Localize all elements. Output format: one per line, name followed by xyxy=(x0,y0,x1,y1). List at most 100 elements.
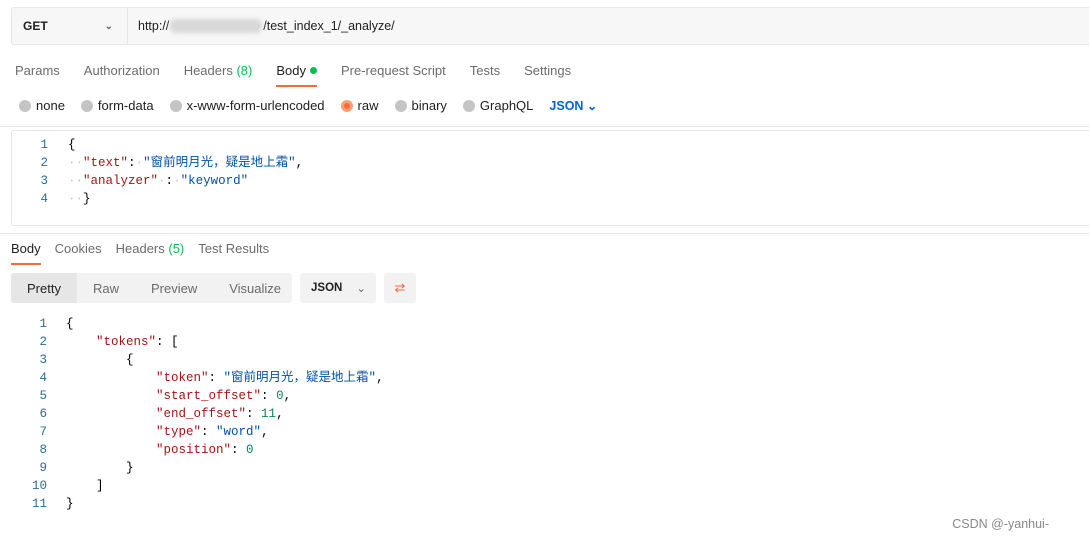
code-token: 0 xyxy=(246,443,254,457)
request-body-editor[interactable]: 1{2 ··"text":·"窗前明月光，疑是地上霜", 3 ··"analyzer"… xyxy=(11,130,1089,226)
code-token: , xyxy=(276,407,284,421)
tab-label: Body xyxy=(11,241,41,256)
divider xyxy=(0,126,1089,127)
body-format-select[interactable]: JSON ⌄ xyxy=(549,98,597,113)
response-format-select[interactable]: JSON ⌄ xyxy=(300,273,376,303)
tab-label: Body xyxy=(276,63,306,78)
tab-params[interactable]: Params xyxy=(15,63,60,78)
body-type-options: none form-data x-www-form-urlencoded raw bin… xyxy=(19,98,597,113)
code-token: } xyxy=(66,461,134,475)
radio-label: binary xyxy=(411,98,447,113)
tab-label: Tests xyxy=(469,63,501,78)
radio-circle-icon xyxy=(462,99,475,112)
code-token: ] xyxy=(66,479,104,493)
code-token: , xyxy=(295,156,304,170)
line-number: 1 xyxy=(40,138,48,152)
code-line: "start_offset": 0, xyxy=(66,387,291,405)
url-prefix: http:// xyxy=(138,19,170,33)
code-token: { xyxy=(66,353,134,367)
radio-circle-icon xyxy=(80,99,93,112)
line-number: 6 xyxy=(39,407,47,421)
radio-none[interactable]: none xyxy=(19,98,65,113)
tab-label: Cookies xyxy=(54,241,102,256)
view-mode-visualize[interactable]: Visualize xyxy=(213,273,297,303)
tab-count: (8) xyxy=(236,63,253,78)
radio-graphql[interactable]: GraphQL xyxy=(462,98,534,113)
tab-label: Headers xyxy=(183,63,233,78)
response-tab-headers[interactable]: Headers (5) xyxy=(116,241,185,256)
code-line: { xyxy=(68,136,76,154)
tab-settings[interactable]: Settings xyxy=(524,63,571,78)
request-tabs: Params Authorization Headers (8) Body Pre-re… xyxy=(15,63,595,87)
response-tab-body[interactable]: Body xyxy=(11,241,41,265)
view-mode-raw[interactable]: Raw xyxy=(77,273,135,303)
line-number: 10 xyxy=(31,479,47,493)
method-label: GET xyxy=(23,19,48,33)
code-token: "word" xyxy=(216,425,262,439)
code-token: "tokens" xyxy=(96,335,157,349)
tab-label: Test Results xyxy=(198,241,270,256)
code-line: } xyxy=(66,495,74,513)
code-token: : xyxy=(165,174,174,188)
code-line: ··} xyxy=(68,190,91,208)
radio-form-data[interactable]: form-data xyxy=(80,98,154,113)
chevron-down-icon: ⌄ xyxy=(104,20,113,32)
radio-label: none xyxy=(36,98,65,113)
line-number: 1 xyxy=(39,317,47,331)
line-number: 3 xyxy=(39,353,47,367)
code-token: { xyxy=(68,138,76,152)
code-token: : xyxy=(261,389,277,403)
tab-body[interactable]: Body xyxy=(276,63,317,87)
code-token: "text" xyxy=(83,156,129,170)
tab-authorization[interactable]: Authorization xyxy=(84,63,160,78)
wrap-icon: ⇄ xyxy=(394,280,406,295)
radio-x-www-form-urlencoded[interactable]: x-www-form-urlencoded xyxy=(169,98,325,113)
tab-tests[interactable]: Tests xyxy=(470,63,500,78)
code-token: } xyxy=(83,192,91,206)
radio-label: form-data xyxy=(97,98,154,113)
radio-binary[interactable]: binary xyxy=(394,98,447,113)
watermark: CSDN @-yanhui- xyxy=(952,517,1049,531)
tab-label: Params xyxy=(15,63,60,78)
code-line: ··"text":·"窗前明月光，疑是地上霜", xyxy=(68,154,303,172)
radio-label: x-www-form-urlencoded xyxy=(186,98,325,113)
code-token: : xyxy=(208,371,224,385)
response-tabs: Body Cookies Headers (5) Test Results xyxy=(11,241,283,265)
code-token: { xyxy=(66,317,74,331)
radio-circle-icon xyxy=(169,99,182,112)
wrap-lines-button[interactable]: ⇄ xyxy=(384,273,416,303)
radio-circle-icon xyxy=(19,99,31,112)
url-suffix: /test_index_1/_analyze/ xyxy=(263,19,395,33)
code-line: "end_offset": 11, xyxy=(66,405,284,423)
tab-pre-request-script[interactable]: Pre-request Script xyxy=(341,63,446,78)
method-select[interactable]: GET ⌄ xyxy=(12,8,128,44)
line-number: 8 xyxy=(39,443,47,457)
radio-label: GraphQL xyxy=(479,98,534,113)
url-input[interactable]: http:// /test_index_1/_analyze/ xyxy=(128,8,395,44)
line-number: 2 xyxy=(40,156,48,170)
response-tab-cookies[interactable]: Cookies xyxy=(55,241,102,256)
code-token: "end_offset" xyxy=(156,407,247,421)
response-tab-test-results[interactable]: Test Results xyxy=(198,241,269,256)
line-number: 2 xyxy=(39,335,47,349)
chevron-down-icon: ⌄ xyxy=(583,99,598,113)
tab-label: Pre-request Script xyxy=(340,63,446,78)
code-token: "窗前明月光，疑是地上霜" xyxy=(223,371,377,385)
line-number: 4 xyxy=(39,371,47,385)
redacted-host xyxy=(170,19,263,33)
code-token: ·· xyxy=(68,192,84,206)
response-body-viewer[interactable]: 1 {2 "tokens": [3 {4 "token": "窗前明月光，疑是地上… xyxy=(0,315,1089,515)
line-number: 9 xyxy=(39,461,47,475)
code-line: { xyxy=(66,315,74,333)
tab-headers[interactable]: Headers (8) xyxy=(184,63,253,78)
code-token: ·· xyxy=(68,156,84,170)
code-line: { xyxy=(66,351,134,369)
radio-raw[interactable]: raw xyxy=(340,98,379,113)
view-mode-pretty[interactable]: Pretty xyxy=(11,273,77,303)
code-token: 11 xyxy=(261,407,277,421)
view-mode-preview[interactable]: Preview xyxy=(135,273,213,303)
code-token: "start_offset" xyxy=(156,389,262,403)
